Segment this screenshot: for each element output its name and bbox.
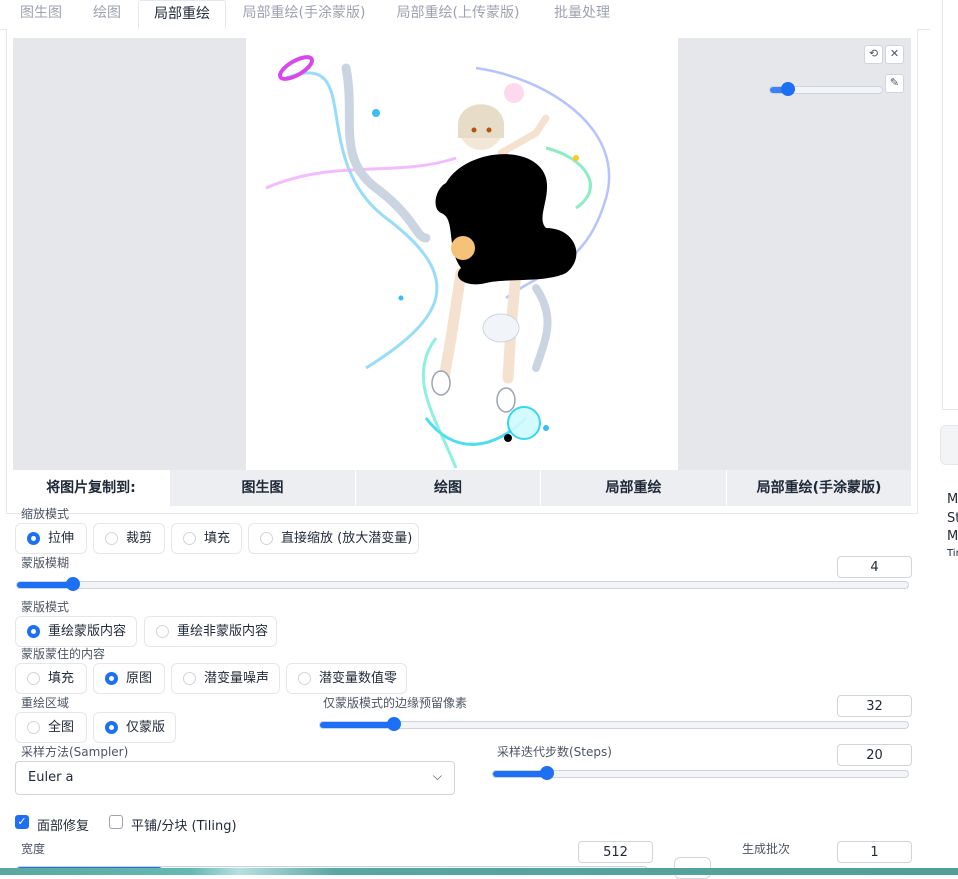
masked-content-latent-noise[interactable]: 潜变量噪声 [171,663,280,694]
radio-dot [27,672,40,685]
radio-dot [183,672,196,685]
tab-inpaint-upload[interactable]: 局部重绘(上传蒙版) [382,0,534,29]
restore-faces-checkbox[interactable]: ✓ [15,815,29,829]
mask-blur-input[interactable]: 4 [837,556,912,578]
copy-to-sketch-button[interactable]: 绘图 [355,470,540,506]
masked-content-original[interactable]: 原图 [93,663,165,694]
batch-count-input[interactable]: 1 [837,841,912,863]
info-line-1: M [947,492,958,507]
tab-inpaint-sketch[interactable]: 局部重绘(手涂蒙版) [228,0,380,29]
width-input[interactable]: 512 [578,841,653,863]
padding-label: 仅蒙版模式的边缘预留像素 [323,696,468,710]
info-line-4: Tir [947,548,958,559]
tab-bar: 图生图 绘图 局部重绘 局部重绘(手涂蒙版) 局部重绘(上传蒙版) 批量处理 [0,0,930,30]
resize-mode-fill[interactable]: 填充 [171,523,242,554]
copy-to-img2img-button[interactable]: 图生图 [169,470,355,506]
steps-label: 采样迭代步数(Steps) [497,745,612,759]
brush-size-knob[interactable] [780,82,795,96]
copy-to-inpaint-button[interactable]: 局部重绘 [540,470,726,506]
padding-slider[interactable] [319,717,909,731]
radio-dot [105,721,118,734]
resize-mode-stretch[interactable]: 拉伸 [15,523,87,554]
inpaint-canvas[interactable] [246,38,678,470]
slider-fill [17,582,74,588]
steps-slider[interactable] [492,766,909,780]
radio-dot [27,721,40,734]
slider-fill [320,722,394,728]
masked-content-fill[interactable]: 填充 [15,663,87,694]
tab-batch[interactable]: 批量处理 [536,0,628,29]
slider-knob[interactable] [386,717,401,731]
mask-blur-label: 蒙版模糊 [21,556,70,570]
output-gallery-panel [942,0,958,410]
undo-icon[interactable]: ⟲ [864,45,883,64]
info-line-2: St [947,511,958,526]
close-icon[interactable]: ✕ [885,45,904,64]
info-line-3: M [947,529,958,544]
inpaint-area-label: 重绘区域 [21,696,70,710]
slider-fill [493,771,547,777]
padding-input[interactable]: 32 [837,695,912,717]
copy-to-inpaint-sketch-button[interactable]: 局部重绘(手涂蒙版) [726,470,911,506]
steps-input[interactable]: 20 [837,744,912,766]
chevron-down-icon: ⌵ [432,769,442,783]
mask-mode-inpaint-masked[interactable]: 重绘蒙版内容 [15,616,137,647]
radio-dot [105,672,118,685]
batch-count-label: 生成批次 [742,842,791,856]
resize-mode-latent-upscale[interactable]: 直接缩放 (放大潜变量) [248,523,419,554]
anime-girl-image [265,55,611,469]
tab-sketch[interactable]: 绘图 [76,0,138,29]
slider-knob[interactable] [66,577,81,591]
inpaint-area-only-masked[interactable]: 仅蒙版 [93,712,176,743]
resize-mode-crop[interactable]: 裁剪 [93,523,165,554]
mask-mode-label: 蒙版模式 [21,600,70,614]
radio-dot [183,532,196,545]
width-label: 宽度 [21,842,46,856]
copy-to-label: 将图片复制到: [13,470,169,506]
radio-dot [156,625,169,638]
taskbar-strip [0,868,958,875]
slider-knob[interactable] [539,766,554,780]
brush-size-slider[interactable] [769,82,883,96]
restore-faces-label: 面部修复 [37,819,90,834]
mask-mode-inpaint-not-masked[interactable]: 重绘非蒙版内容 [144,616,277,647]
radio-dot [105,532,118,545]
masked-content-label: 蒙版蒙住的内容 [21,647,106,661]
tiling-checkbox[interactable] [109,815,123,829]
radio-dot [298,672,311,685]
inpaint-area-whole[interactable]: 全图 [15,712,87,743]
brush-icon[interactable]: ✎ [885,74,904,93]
tab-img2img[interactable]: 图生图 [6,0,76,29]
masked-content-latent-nothing[interactable]: 潜变量数值零 [286,663,407,694]
sampler-label: 采样方法(Sampler) [21,745,129,759]
resize-mode-label: 缩放模式 [21,507,70,521]
sampler-select[interactable]: Euler a ⌵ [15,761,455,795]
tab-inpaint[interactable]: 局部重绘 [138,0,226,29]
sampler-value: Euler a [28,770,74,785]
radio-dot [260,532,273,545]
mask-blur-slider[interactable] [16,577,909,591]
radio-dot [27,625,40,638]
copy-image-row: 将图片复制到: 图生图 绘图 局部重绘 局部重绘(手涂蒙版) [13,470,911,506]
radio-dot [27,532,40,545]
tiling-label: 平铺/分块 (Tiling) [131,819,237,834]
generate-button[interactable] [940,425,958,465]
mask-region [435,154,577,285]
